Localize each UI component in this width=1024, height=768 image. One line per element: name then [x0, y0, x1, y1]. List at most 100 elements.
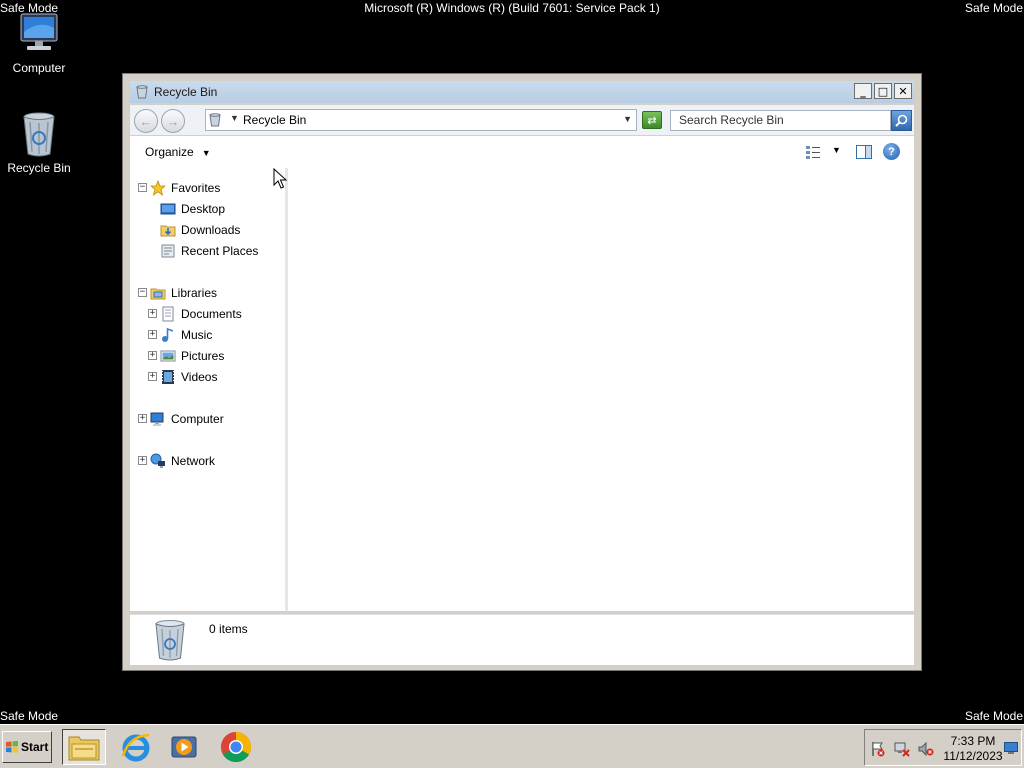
view-options-icon [806, 146, 820, 159]
details-pane: 0 items [130, 614, 914, 665]
safe-mode-label-top-right: Safe Mode [964, 1, 1023, 15]
network-status-icon[interactable] [894, 741, 910, 757]
file-list-pane[interactable] [291, 168, 914, 611]
recent-places-icon [161, 244, 175, 258]
nav-item-documents[interactable]: Documents [160, 305, 242, 323]
collapse-favorites-icon[interactable]: − [138, 183, 147, 192]
recycle-bin-small-icon [209, 113, 221, 127]
breadcrumb-location[interactable]: Recycle Bin [243, 113, 306, 127]
nav-item-desktop[interactable]: Desktop [160, 200, 225, 218]
start-button[interactable]: Start [2, 731, 52, 763]
nav-label: Downloads [181, 223, 241, 237]
nav-label: Computer [171, 412, 224, 426]
safe-mode-label-bottom-right: Safe Mode [964, 709, 1023, 723]
search-button[interactable] [891, 110, 912, 131]
music-icon [162, 327, 174, 342]
taskbar-app-internet-explorer[interactable] [114, 729, 158, 765]
star-icon [150, 180, 166, 196]
clock-time: 7:33 PM [950, 734, 996, 748]
nav-label: Network [171, 454, 216, 468]
taskbar-app-media-player[interactable] [162, 729, 206, 765]
address-bar[interactable]: ▼ Recycle Bin ▼ [205, 109, 637, 131]
windows-logo-icon [6, 740, 18, 753]
start-label: Start [21, 740, 49, 754]
close-button[interactable]: ✕ [894, 83, 912, 99]
nav-item-libraries[interactable]: Libraries [150, 284, 217, 302]
media-player-icon [171, 736, 197, 758]
expand-network-icon[interactable]: + [138, 456, 147, 465]
windows-build-text: Microsoft (R) Windows (R) (Build 7601: S… [364, 1, 660, 15]
system-tray: 7:33 PM 11/12/2023 [864, 729, 1022, 766]
collapse-libraries-icon[interactable]: − [138, 288, 147, 297]
minimize-icon: _ [860, 84, 866, 98]
back-arrow-icon: ← [139, 113, 153, 129]
breadcrumb-arrow-icon[interactable]: ▼ [230, 113, 239, 123]
nav-item-computer[interactable]: Computer [150, 410, 224, 428]
recycle-bin-icon [15, 110, 63, 158]
nav-item-network[interactable]: Network [150, 452, 215, 470]
refresh-icon: ⇄ [647, 114, 657, 127]
address-dropdown-icon[interactable]: ▼ [623, 114, 632, 124]
recycle-bin-icon [152, 619, 188, 661]
help-icon[interactable]: ? [883, 143, 900, 160]
change-view-button[interactable] [805, 144, 821, 160]
clock-date: 11/12/2023 [943, 749, 1003, 763]
view-dropdown-icon[interactable]: ▼ [832, 145, 841, 155]
mouse-cursor-icon [273, 168, 287, 189]
chrome-icon [220, 732, 252, 763]
refresh-button[interactable]: ⇄ [642, 111, 662, 129]
organize-button[interactable]: Organize ▼ [145, 145, 211, 159]
forward-arrow-icon: → [166, 113, 180, 129]
navigation-pane[interactable]: − Favorites Desktop Downloads Recent Pla… [130, 168, 288, 611]
organize-label: Organize [145, 145, 194, 159]
show-desktop-icon[interactable] [1004, 742, 1018, 754]
action-center-icon[interactable] [870, 741, 886, 757]
expand-music-icon[interactable]: + [148, 330, 157, 339]
nav-item-downloads[interactable]: Downloads [160, 221, 240, 239]
maximize-button[interactable]: □ [874, 83, 892, 99]
nav-label: Favorites [171, 181, 221, 195]
nav-label: Documents [181, 307, 242, 321]
videos-icon [162, 370, 174, 384]
window-title-bar[interactable]: Recycle Bin _ □ ✕ [130, 81, 914, 103]
volume-muted-icon[interactable] [918, 741, 934, 757]
forward-button[interactable]: → [161, 109, 185, 133]
search-input[interactable]: Search Recycle Bin [670, 110, 891, 131]
minimize-button[interactable]: _ [854, 83, 872, 99]
expand-pictures-icon[interactable]: + [148, 351, 157, 360]
nav-label: Recent Places [181, 244, 259, 258]
pictures-icon [160, 350, 176, 362]
expand-documents-icon[interactable]: + [148, 309, 157, 318]
back-button[interactable]: ← [134, 109, 158, 133]
expand-videos-icon[interactable]: + [148, 372, 157, 381]
nav-item-favorites[interactable]: Favorites [150, 179, 220, 197]
explorer-content: − Favorites Desktop Downloads Recent Pla… [130, 168, 914, 611]
desktop-icon-label: Computer [12, 61, 66, 75]
nav-item-music[interactable]: Music [160, 326, 212, 344]
item-count: 0 items [209, 622, 248, 636]
recycle-bin-small-icon [136, 85, 148, 99]
desktop-icon-computer[interactable]: Computer [2, 10, 76, 75]
internet-explorer-icon [121, 733, 150, 762]
navigation-bar: ← → ▼ Recycle Bin ▼ ⇄ Search Recycle Bin [130, 105, 914, 135]
nav-item-recent-places[interactable]: Recent Places [160, 242, 258, 260]
nav-item-pictures[interactable]: Pictures [160, 347, 224, 365]
nav-item-videos[interactable]: Videos [160, 368, 217, 386]
nav-label: Desktop [181, 202, 226, 216]
clock[interactable]: 7:33 PM 11/12/2023 [941, 734, 1005, 764]
expand-computer-icon[interactable]: + [138, 414, 147, 423]
desktop-icon-recycle-bin[interactable]: Recycle Bin [2, 110, 76, 175]
taskbar-app-windows-explorer[interactable] [62, 729, 106, 765]
windows-explorer-icon [68, 736, 100, 761]
maximize-icon: □ [877, 84, 889, 98]
downloads-folder-icon [160, 225, 176, 237]
taskbar-app-chrome[interactable] [214, 729, 258, 765]
preview-pane-button[interactable] [856, 145, 872, 159]
computer-icon [15, 10, 63, 58]
nav-label: Libraries [171, 286, 218, 300]
recycle-bin-window: Recycle Bin _ □ ✕ ← → ▼ Recycle Bin ▼ ⇄ … [122, 73, 922, 671]
desktop-folder-icon [160, 203, 176, 215]
command-toolbar: Organize ▼ ▼ ? [130, 136, 914, 168]
window-title: Recycle Bin [154, 85, 218, 99]
network-icon [150, 453, 165, 468]
